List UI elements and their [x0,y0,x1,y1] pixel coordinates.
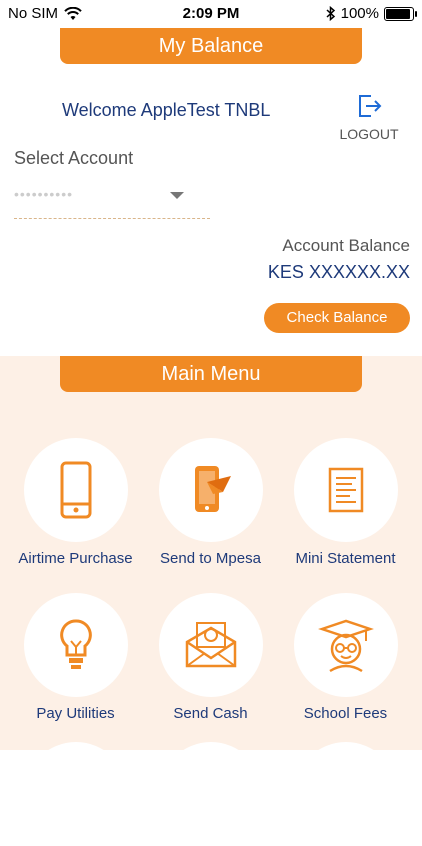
menu-item-label: Pay Utilities [36,705,115,722]
logout-icon [359,95,382,117]
menu-item-label: Send to Mpesa [160,550,261,567]
account-balance-label: Account Balance [282,236,410,255]
battery-percent: 100% [340,5,379,22]
statement-icon [328,467,363,513]
account-balance-value: KES XXXXXX.XX [267,262,410,282]
menu-item-label: Airtime Purchase [18,550,133,567]
logout-label: LOGOUT [339,126,399,142]
menu-item-partial[interactable] [159,742,263,846]
select-account-label: Select Account [14,148,134,168]
menu-item-pay-utilities[interactable]: Pay Utilities [8,593,143,722]
battery-icon [384,6,417,21]
graduate-icon [317,619,374,673]
bluetooth-icon [326,6,335,21]
chevron-down-icon[interactable] [170,192,184,199]
menu-item-mini-statement[interactable]: Mini Statement [278,438,413,567]
send-to-mpesa-icon [194,466,231,512]
menu-item-label: Mini Statement [295,550,396,567]
account-select-underline [14,218,210,219]
logout-button[interactable]: LOGOUT [336,92,402,142]
check-balance-button[interactable]: Check Balance [264,303,410,333]
mobile-phone-icon [60,461,91,519]
welcome-message: Welcome AppleTest TNBL [62,100,271,120]
menu-item-label: Send Cash [173,705,248,722]
status-bar: No SIM 2:09 PM 100% [0,0,422,28]
account-select[interactable]: •••••••••• [14,186,73,202]
menu-item-airtime-purchase[interactable]: Airtime Purchase [8,438,143,567]
menu-item-send-to-mpesa[interactable]: Send to Mpesa [143,438,278,567]
menu-item-school-fees[interactable]: School Fees [278,593,413,722]
menu-item-label: School Fees [303,705,388,722]
main-menu-header: Main Menu [60,356,362,392]
light-bulb-icon [59,619,92,669]
menu-item-partial[interactable] [24,742,128,846]
my-balance-header: My Balance [60,28,362,64]
menu-item-partial[interactable] [294,742,398,846]
cash-envelope-icon [185,622,236,668]
menu-item-send-cash[interactable]: Send Cash [143,593,278,722]
